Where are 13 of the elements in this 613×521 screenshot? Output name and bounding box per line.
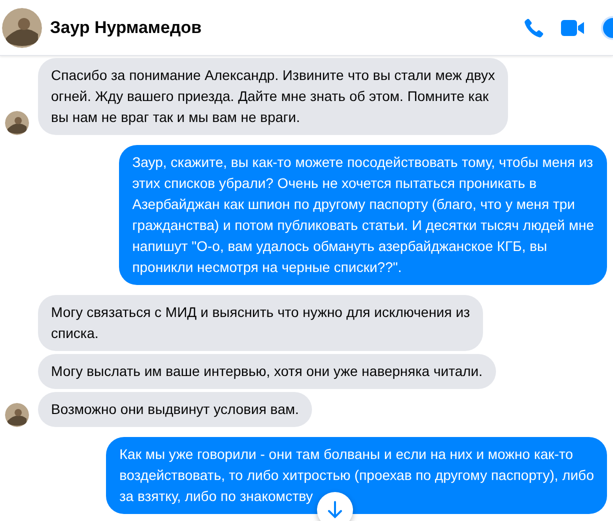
phone-icon[interactable] [523, 16, 545, 38]
scroll-down-button[interactable] [316, 492, 353, 521]
avatar [5, 111, 29, 135]
arrow-down-icon [326, 501, 343, 519]
message-bubble: Могу связаться с МИД и выяснить что нужно для исключения из списка. [38, 295, 483, 351]
message-bubble: Могу выслать им ваше интервью, хотя они уже наверняка читали. [38, 354, 496, 389]
message-bubble: Спасибо за понимание Александр. Извините что вы стали меж двух огней. Жду вашего приезда. Дайте мне знать об этом. Помните как вы нам не враг так и мы вам не враги. [38, 58, 508, 135]
avatar [5, 403, 29, 427]
message-bubble: Заур, скажите, вы как-то можете посодействовать тому, чтобы меня из этих списков убрали? Очень не хочется пытаться проникать в Азербайджан как шпион по другому паспорту (благо, что у меня три гражданства) и потом публиковать статьи. И десятки тысяч людей мне напишут "О-о, вам удалось обмануть азербайджанское КГБ, вы проникли несмотря на черные списки??". [119, 145, 607, 285]
avatar [2, 8, 42, 48]
message-bubble: Возможно они выдвинут условия вам. [38, 392, 312, 427]
contact-name: Заур Нурмамедов [50, 18, 203, 38]
video-camera-icon[interactable] [561, 18, 585, 36]
